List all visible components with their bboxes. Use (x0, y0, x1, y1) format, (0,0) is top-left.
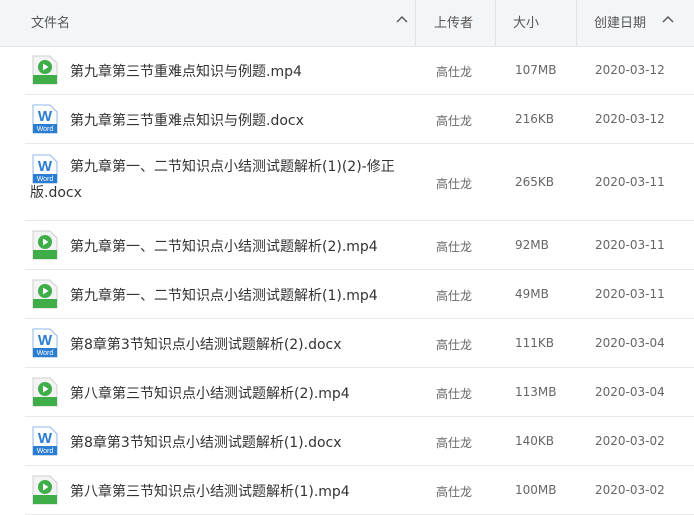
column-divider (415, 0, 416, 47)
svg-text:Word: Word (37, 448, 54, 455)
file-date: 2020-03-11 (595, 238, 665, 252)
column-header-name-label: 文件名 (31, 16, 71, 31)
file-date: 2020-03-12 (595, 112, 665, 126)
file-uploader: 高仕龙 (436, 65, 473, 79)
video-file-icon (30, 55, 60, 85)
file-date: 2020-03-04 (595, 385, 665, 399)
chevron-up-icon[interactable] (396, 14, 408, 26)
table-row[interactable]: W Word 第九章第三节重难点知识与例题.docx 高仕龙 216KB 2020-03-… (25, 95, 694, 144)
column-divider (576, 0, 577, 47)
file-name-link[interactable]: 第九章第一、二节知识点小结测试题解析(1)(2)-修正版.docx (30, 154, 430, 206)
word-file-icon: W Word (30, 328, 60, 358)
file-uploader: 高仕龙 (436, 177, 473, 191)
video-file-icon (30, 230, 60, 260)
column-divider (495, 0, 496, 47)
svg-text:Word: Word (37, 350, 54, 357)
video-file-icon (30, 475, 60, 505)
table-row[interactable]: W Word 第九章第一、二节知识点小结测试题解析(1)(2)-修正版.docx 高仕… (25, 144, 694, 221)
file-date: 2020-03-12 (595, 63, 665, 77)
svg-text:Word: Word (37, 126, 54, 133)
file-size: 113MB (515, 385, 557, 399)
file-name-link[interactable]: 第九章第三节重难点知识与例题.docx (70, 110, 304, 130)
table-row[interactable]: 第八章第三节知识点小结测试题解析(1).mp4 高仕龙 100MB 2020-03-0… (25, 466, 694, 515)
column-header-size-label: 大小 (513, 16, 540, 31)
file-name-link[interactable]: 第九章第三节重难点知识与例题.mp4 (70, 61, 302, 81)
column-header-uploader[interactable]: 上传者 (434, 0, 494, 47)
file-size: 49MB (515, 287, 549, 301)
table-row[interactable]: 第九章第三节重难点知识与例题.mp4 高仕龙 107MB 2020-03-12 (25, 47, 694, 95)
table-header: 文件名 上传者 大小 创建日期 (0, 0, 694, 47)
column-header-size[interactable]: 大小 (513, 0, 573, 47)
file-name-link[interactable]: 第8章第3节知识点小结测试题解析(2).docx (70, 334, 342, 354)
file-date: 2020-03-02 (595, 434, 665, 448)
file-size: 265KB (515, 175, 555, 189)
table-row[interactable]: W Word 第8章第3节知识点小结测试题解析(1).docx 高仕龙 140KB 202… (25, 417, 694, 466)
file-name-link[interactable]: 第九章第一、二节知识点小结测试题解析(2).mp4 (70, 236, 378, 256)
column-header-created-label: 创建日期 (594, 16, 647, 31)
file-table: 文件名 上传者 大小 创建日期 第九章第三节重难点知识与例题.mp4 高仕龙 107… (0, 0, 694, 515)
file-date: 2020-03-04 (595, 336, 665, 350)
video-file-icon (30, 377, 60, 407)
file-size: 92MB (515, 238, 549, 252)
file-size: 107MB (515, 63, 557, 77)
file-size: 100MB (515, 483, 557, 497)
table-row[interactable]: W Word 第8章第3节知识点小结测试题解析(2).docx 高仕龙 111KB 202… (25, 319, 694, 368)
word-file-icon: W Word (30, 104, 60, 134)
file-date: 2020-03-02 (595, 483, 665, 497)
file-uploader: 高仕龙 (436, 387, 473, 401)
file-uploader: 高仕龙 (436, 485, 473, 499)
word-file-icon: W Word (30, 426, 60, 456)
file-uploader: 高仕龙 (436, 436, 473, 450)
file-size: 111KB (515, 336, 555, 350)
file-uploader: 高仕龙 (436, 114, 473, 128)
left-gutter (0, 0, 24, 503)
column-header-uploader-label: 上传者 (434, 16, 474, 31)
file-date: 2020-03-11 (595, 175, 665, 189)
column-header-name[interactable]: 文件名 (31, 0, 411, 47)
file-name-link[interactable]: 第8章第3节知识点小结测试题解析(1).docx (70, 432, 342, 452)
file-uploader: 高仕龙 (436, 289, 473, 303)
file-name-link[interactable]: 第八章第三节知识点小结测试题解析(1).mp4 (70, 481, 350, 501)
file-name-link[interactable]: 第九章第一、二节知识点小结测试题解析(1).mp4 (70, 285, 378, 305)
file-size: 216KB (515, 112, 555, 126)
file-uploader: 高仕龙 (436, 240, 473, 254)
table-row[interactable]: 第九章第一、二节知识点小结测试题解析(2).mp4 高仕龙 92MB 2020-03-… (25, 221, 694, 270)
svg-text:W: W (38, 332, 53, 349)
file-uploader: 高仕龙 (436, 338, 473, 352)
file-date: 2020-03-11 (595, 287, 665, 301)
table-row[interactable]: 第八章第三节知识点小结测试题解析(2).mp4 高仕龙 113MB 2020-03-0… (25, 368, 694, 417)
file-name-link[interactable]: 第八章第三节知识点小结测试题解析(2).mp4 (70, 383, 350, 403)
table-row[interactable]: 第九章第一、二节知识点小结测试题解析(1).mp4 高仕龙 49MB 2020-03-… (25, 270, 694, 319)
file-size: 140KB (515, 434, 555, 448)
chevron-up-icon[interactable] (662, 14, 674, 26)
svg-text:W: W (38, 430, 53, 447)
video-file-icon (30, 279, 60, 309)
svg-text:W: W (38, 108, 53, 125)
